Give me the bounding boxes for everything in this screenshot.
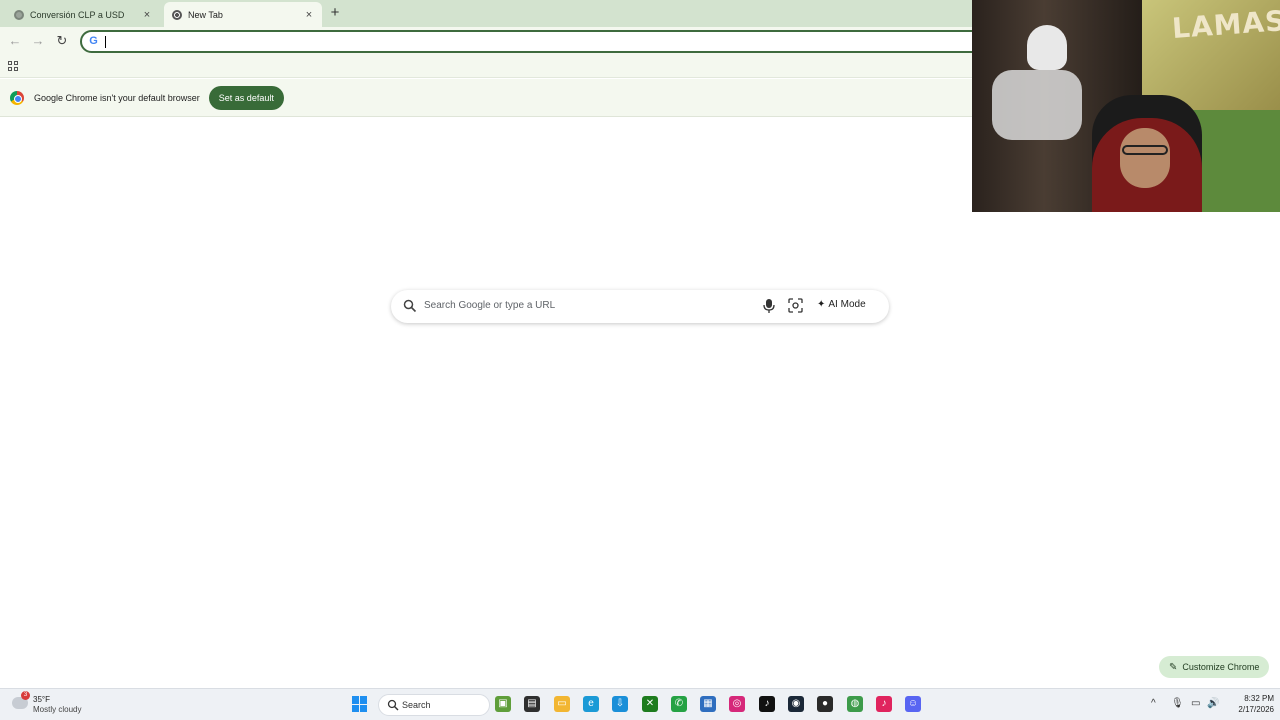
- tray-overflow-chevron-icon[interactable]: ^: [1151, 698, 1156, 709]
- webcam-person-glasses: [1122, 145, 1168, 155]
- search-icon: [403, 299, 417, 313]
- apps-grid-icon[interactable]: [8, 61, 18, 71]
- tab-conversion-clp-usd[interactable]: Conversión CLP a USD ×: [4, 2, 160, 27]
- customize-chrome-button[interactable]: ✎ Customize Chrome: [1159, 656, 1269, 678]
- webcam-motorcycle: [992, 70, 1082, 140]
- back-button[interactable]: ←: [7, 33, 23, 49]
- app-steam-icon[interactable]: ◉: [788, 696, 804, 712]
- app-tiktok-icon[interactable]: ♪: [759, 696, 775, 712]
- close-tab-button[interactable]: ×: [302, 8, 316, 22]
- app-wsl-icon[interactable]: ▣: [495, 696, 511, 712]
- chrome-icon: [172, 9, 182, 20]
- set-as-default-button[interactable]: Set as default: [208, 85, 284, 110]
- ai-mode-label: AI Mode: [828, 299, 866, 310]
- microphone-icon[interactable]: [762, 298, 776, 314]
- pencil-icon: ✎: [1169, 661, 1178, 673]
- app-discord-icon[interactable]: ☺: [905, 696, 921, 712]
- reload-button[interactable]: ↻: [54, 33, 70, 49]
- app-whatsapp-icon[interactable]: ✆: [671, 696, 687, 712]
- windows-start-icon[interactable]: [352, 696, 368, 712]
- webcam-person-face: [1120, 128, 1170, 188]
- ai-mode-sparkle-icon: ✦: [817, 299, 826, 310]
- google-lens-icon[interactable]: [788, 298, 803, 313]
- chrome-logo-icon: [10, 90, 24, 105]
- taskbar-search-label: Search: [402, 700, 431, 710]
- app-store-icon[interactable]: ▦: [700, 696, 716, 712]
- tab-new-tab[interactable]: New Tab ×: [164, 2, 322, 27]
- address-bar[interactable]: G: [80, 30, 1080, 53]
- google-g-icon: G: [89, 35, 98, 47]
- tray-volume-icon[interactable]: 🔊: [1207, 698, 1219, 709]
- clock-time: 8:32 PM: [1244, 694, 1274, 703]
- app-store-download-icon[interactable]: ⇩: [612, 696, 628, 712]
- text-caret: [105, 36, 106, 48]
- taskbar-search[interactable]: Search: [378, 694, 490, 716]
- tray-network-icon[interactable]: ▭: [1191, 698, 1200, 709]
- app-chrome-icon[interactable]: ◍: [847, 696, 863, 712]
- app-files-icon[interactable]: ▭: [554, 696, 570, 712]
- weather-badge: 3: [21, 691, 30, 700]
- clock-date: 2/17/2026: [1238, 705, 1274, 714]
- app-xbox-icon[interactable]: ✕: [642, 696, 658, 712]
- infobar-message: Google Chrome isn't your default browser: [34, 92, 200, 103]
- search-placeholder: Search Google or type a URL: [424, 300, 556, 311]
- tab-title: Conversión CLP a USD: [30, 9, 125, 20]
- tab-title: New Tab: [188, 9, 223, 20]
- weather-temperature: 35°F: [33, 695, 50, 704]
- weather-widget[interactable]: 3 35°F Mostly cloudy: [12, 691, 112, 717]
- tray-mic-icon[interactable]: 🎙: [1171, 698, 1184, 709]
- taskbar-clock[interactable]: 8:32 PM 2/17/2026: [1222, 693, 1274, 715]
- app-notepad-icon[interactable]: ▤: [524, 696, 540, 712]
- webcam-overlay: LAMAS: [972, 0, 1280, 212]
- search-icon: [387, 699, 399, 711]
- globe-icon: [14, 9, 24, 20]
- ai-mode-button[interactable]: ✦ AI Mode: [817, 299, 866, 310]
- forward-button[interactable]: →: [30, 33, 46, 49]
- windows-taskbar: 3 35°F Mostly cloudy Search ▣ ▤ ▭ e ⇩ ✕ ✆ ▦ ◎ ♪ ◉ ●…: [0, 688, 1280, 720]
- app-instagram-icon[interactable]: ◎: [729, 696, 745, 712]
- webcam-helmet: [1027, 25, 1067, 70]
- app-obs-icon[interactable]: ●: [817, 696, 833, 712]
- ntp-search-box[interactable]: Search Google or type a URL ✦ AI Mode: [391, 290, 889, 323]
- app-edge-icon[interactable]: e: [583, 696, 599, 712]
- customize-chrome-label: Customize Chrome: [1182, 662, 1260, 672]
- app-tiktok-live-icon[interactable]: ♪: [876, 696, 892, 712]
- close-tab-button[interactable]: ×: [140, 8, 154, 22]
- weather-condition: Mostly cloudy: [33, 705, 82, 714]
- new-tab-button[interactable]: +: [327, 5, 343, 21]
